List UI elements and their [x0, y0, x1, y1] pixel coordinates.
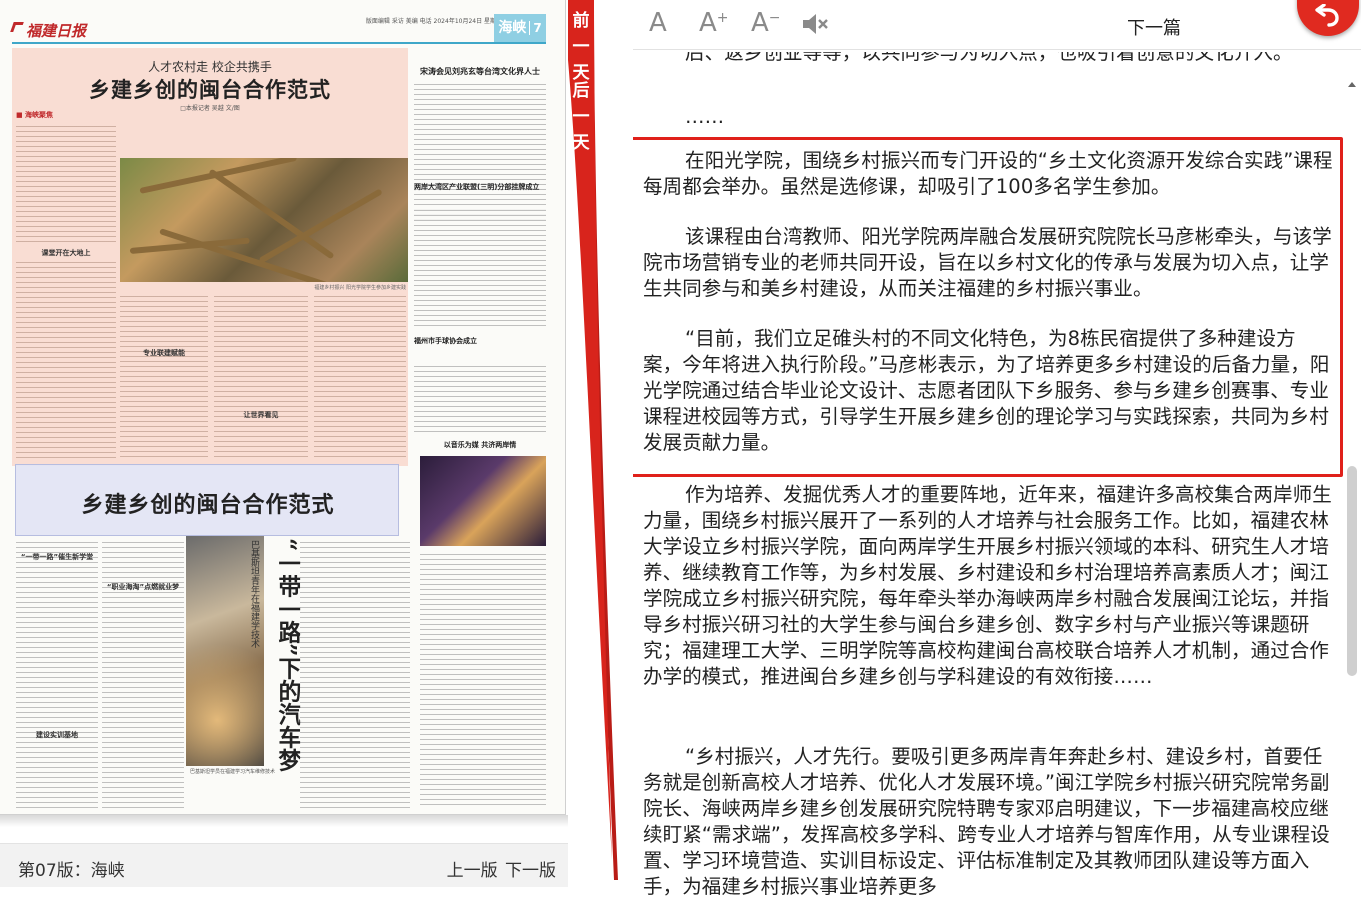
font-increase-button[interactable]: A+: [699, 8, 729, 38]
photo-caption: 福建乡村振兴 阳光学院学生参加乡建实践: [314, 285, 406, 291]
newspaper-page-image[interactable]: 福建日报 版面编辑 采访 美编 电话 2024年10月24日 星期四 海峡 7 人…: [0, 0, 566, 815]
next-article-link[interactable]: 下一篇: [1127, 14, 1181, 40]
article-photo-top: [120, 158, 408, 282]
masthead-meta: 版面编辑 采访 美编 电话 2024年10月24日 星期四: [365, 18, 502, 25]
scroll-up-arrow-icon[interactable]: [1348, 82, 1356, 87]
sidebar-headline[interactable]: 宋涛会见刘兆玄等台湾文化界人士: [414, 66, 546, 77]
prev-day-link[interactable]: 前一天: [568, 8, 594, 86]
text-column: [16, 124, 116, 244]
font-decrease-button[interactable]: A−: [751, 8, 781, 38]
text-column: [414, 364, 546, 434]
newspaper-logo: 福建日报: [26, 22, 87, 40]
article-paragraph: 后、返乡创业等等，以共同参与为切入点，也吸引着创意的文化介入。: [685, 52, 1293, 64]
article-headline: 乡建乡创的闽台合作范式: [89, 77, 331, 102]
article-subhead: “职业海淘”点燃就业梦: [106, 583, 180, 591]
article-reader: A A+ A− 下一篇 后、返乡创业等等，以共同参与为切入点，也吸引着创意的文化…: [633, 0, 1361, 900]
scrollbar-thumb[interactable]: [1347, 466, 1357, 676]
selected-article-banner[interactable]: 乡建乡创的闽台合作范式: [15, 464, 399, 536]
text-column: [414, 82, 546, 222]
back-button[interactable]: [1297, 0, 1359, 36]
text-column: [214, 294, 308, 460]
article-subhead: 专业联建赋能: [143, 349, 185, 357]
text-column: [102, 540, 184, 808]
newspaper-masthead: 福建日报 版面编辑 采访 美编 电话 2024年10月24日 星期四 海峡 7: [10, 14, 546, 44]
back-arrow-icon: [1315, 4, 1339, 27]
read-aloud-icon[interactable]: [801, 12, 829, 43]
article-body[interactable]: 后、返乡创业等等，以共同参与为切入点，也吸引着创意的文化介入。 …… 在阳光学院…: [633, 50, 1347, 900]
prev-page-link[interactable]: 上一版: [447, 861, 498, 881]
next-page-link[interactable]: 下一版: [505, 861, 556, 881]
text-column: [16, 260, 116, 460]
next-day-link[interactable]: 后一天: [568, 78, 594, 156]
article-ellipsis: ……: [685, 105, 725, 128]
article-subhead: 课堂开在大地上: [41, 249, 91, 257]
sidebar-headline[interactable]: 福州市手球协会成立: [414, 336, 546, 346]
selected-article-title: 乡建乡创的闽台合作范式: [81, 492, 335, 518]
page-label: 第07版：海峡: [18, 861, 125, 881]
article-subhead: 建设实训基地: [36, 731, 78, 739]
article-paragraph: 作为培养、发掘优秀人才的重要阵地，近年来，福建许多高校集合两岸师生力量，围绕乡村…: [643, 483, 1332, 688]
reader-toolbar: A A+ A− 下一篇: [633, 0, 1361, 50]
section-number: 7: [529, 21, 542, 35]
font-reset-button[interactable]: A: [649, 8, 667, 38]
text-column: [420, 552, 546, 808]
sidebar-news-column: 宋涛会见刘兆玄等台湾文化界人士 两岸大湾区产业联盟(三明)分部挂牌成立 福州市手…: [414, 48, 546, 466]
text-column: [120, 294, 208, 460]
bottom-vertical-headline[interactable]: “一带一路”下的汽车梦: [264, 538, 301, 771]
sidebar-headline[interactable]: 以音乐为媒 共济两岸情: [414, 440, 546, 450]
date-nav-ribbon: 前一天 后一天: [568, 0, 618, 900]
article-subhead: “一带一路”催生新学堂: [20, 553, 94, 561]
page-footer: 第07版：海峡 上一版 下一版: [0, 843, 568, 887]
newspaper-pane: 福建日报 版面编辑 采访 美编 电话 2024年10月24日 星期四 海峡 7 人…: [0, 0, 568, 900]
article-scrollbar[interactable]: [1345, 80, 1359, 900]
article-kicker: 人才农村走 校企共携手: [148, 60, 272, 74]
text-column: [300, 540, 410, 808]
logo-mark-icon: [10, 22, 24, 32]
section-tag-label: 海峡: [498, 20, 527, 36]
text-column: [314, 294, 406, 460]
sidebar-headline[interactable]: 两岸大湾区产业联盟(三明)分部挂牌成立: [414, 182, 546, 192]
article-paragraph: “乡村振兴，人才先行。要吸引更多两岸青年奔赴乡村、建设乡村，首要任务就是创新高校…: [643, 745, 1330, 898]
page-nav: 上一版 下一版: [445, 856, 556, 881]
bottom-vertical-subheadline: 巴基斯坦青年在福建学技术: [249, 540, 259, 648]
main-article-block[interactable]: 人才农村走 校企共携手 乡建乡创的闽台合作范式 □本报记者 吴越 文/图 ■ 海…: [12, 48, 408, 466]
text-column: [16, 540, 98, 808]
highlight-box: [633, 137, 1343, 477]
concert-photo: [420, 456, 546, 546]
column-tag: ■ 海峡聚焦: [16, 111, 54, 119]
section-tag: 海峡 7: [494, 14, 546, 42]
article-subhead: 让世界看见: [243, 411, 279, 419]
text-column: [414, 208, 546, 328]
